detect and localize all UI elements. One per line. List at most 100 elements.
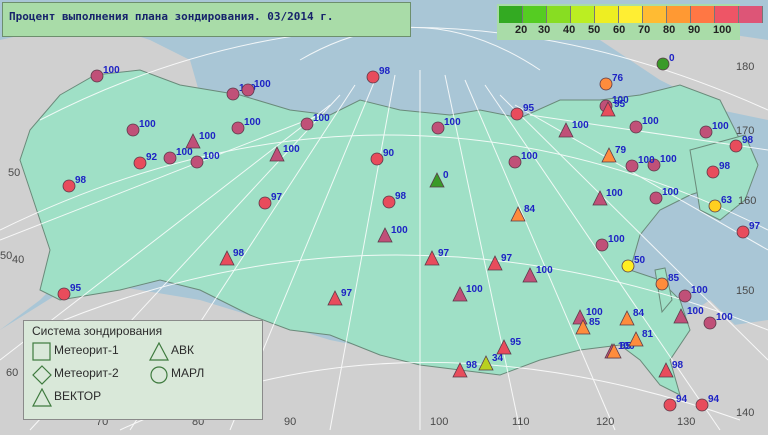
station-marker[interactable] (699, 125, 713, 139)
station-value: 100 (444, 117, 461, 128)
station-value: 100 (283, 144, 300, 155)
station-value: 79 (615, 145, 627, 156)
grid-label: 180 (736, 61, 754, 73)
station-marker[interactable] (655, 277, 669, 291)
station-marker[interactable] (370, 152, 384, 166)
station-value: 84 (524, 204, 536, 215)
legend-item-vektor: ВЕКТОР (32, 388, 152, 408)
station-value: 98 (379, 66, 391, 77)
scale-swatch (643, 6, 667, 23)
station-marker[interactable] (431, 121, 445, 135)
station-value: 97 (749, 221, 761, 232)
station-marker[interactable] (90, 69, 104, 83)
scale-swatch (715, 6, 739, 23)
station-marker[interactable] (595, 238, 609, 252)
station-value: 85 (668, 273, 680, 284)
legend-label: Метеорит-2 (54, 366, 119, 380)
station-marker[interactable] (190, 155, 204, 169)
grid-label: 130 (677, 416, 695, 428)
station-value: 100 (638, 155, 655, 166)
station-marker[interactable] (231, 121, 245, 135)
station-marker[interactable] (621, 259, 635, 273)
station-marker[interactable] (703, 316, 717, 330)
grid-label: 160 (738, 195, 756, 207)
grid-label: 90 (284, 416, 296, 428)
station-value: 100 (139, 119, 156, 130)
station-marker[interactable] (241, 83, 255, 97)
station-marker[interactable] (163, 151, 177, 165)
legend: Система зондирования Метеорит-1 АВК Мете… (23, 320, 263, 420)
station-value: 92 (146, 152, 158, 163)
grid-label: 40 (12, 254, 24, 266)
station-marker[interactable] (382, 195, 396, 209)
color-scale: 20 30 40 50 60 70 80 90 100 (497, 4, 763, 40)
scale-swatch (523, 6, 547, 23)
station-marker[interactable] (625, 159, 639, 173)
station-value: 98 (233, 248, 245, 259)
diamond-icon (32, 365, 52, 385)
scale-label: 70 (638, 24, 651, 36)
station-marker[interactable] (62, 179, 76, 193)
scale-swatch (499, 6, 523, 23)
legend-label: АВК (171, 343, 194, 357)
station-marker[interactable] (708, 199, 722, 213)
scale-label: 100 (713, 24, 732, 36)
legend-label: Метеорит-1 (54, 343, 119, 357)
scale-swatch (571, 6, 595, 23)
station-marker[interactable] (629, 120, 643, 134)
station-value: 100 (203, 151, 220, 162)
station-marker[interactable] (706, 165, 720, 179)
station-value: 100 (176, 147, 193, 158)
station-value: 100 (199, 131, 216, 142)
station-value: 98 (75, 175, 87, 186)
station-marker[interactable] (508, 155, 522, 169)
station-value: 63 (721, 195, 733, 206)
station-value: 100 (313, 113, 330, 124)
station-marker[interactable] (695, 398, 709, 412)
station-value: 100 (103, 65, 120, 76)
station-value: 100 (521, 151, 538, 162)
circle-icon (150, 366, 168, 384)
station-marker[interactable] (300, 117, 314, 131)
station-value: 100 (244, 117, 261, 128)
station-marker[interactable] (599, 77, 613, 91)
station-value: 98 (395, 191, 407, 202)
scale-swatch (595, 6, 619, 23)
grid-label: 100 (430, 416, 448, 428)
station-marker[interactable] (258, 196, 272, 210)
station-value: 100 (660, 154, 677, 165)
station-value: 98 (466, 360, 478, 371)
station-marker[interactable] (656, 57, 670, 71)
legend-item-meteorit1: Метеорит-1 (32, 342, 152, 362)
station-marker[interactable] (510, 107, 524, 121)
station-value: 94 (676, 394, 688, 405)
grid-label: 140 (736, 407, 754, 419)
station-marker[interactable] (678, 289, 692, 303)
legend-item-meteorit2: Метеорит-2 (32, 365, 152, 385)
station-marker[interactable] (366, 70, 380, 84)
station-marker[interactable] (729, 139, 743, 153)
station-marker[interactable] (126, 123, 140, 137)
station-value: 84 (633, 308, 645, 319)
station-marker[interactable] (649, 191, 663, 205)
grid-label: 110 (512, 416, 530, 428)
station-value: 100 (391, 225, 408, 236)
station-marker[interactable] (736, 225, 750, 239)
station-value: 97 (438, 248, 450, 259)
station-value: 100 (466, 284, 483, 295)
station-value: 98 (672, 360, 684, 371)
title-panel: Процент выполнения плана зондирования. 0… (2, 2, 411, 37)
station-marker[interactable] (57, 287, 71, 301)
station-marker[interactable] (226, 87, 240, 101)
map-title: Процент выполнения плана зондирования. 0… (9, 10, 334, 23)
scale-swatch (667, 6, 691, 23)
station-marker[interactable] (133, 156, 147, 170)
station-value: 100 (254, 79, 271, 90)
station-value: 100 (642, 116, 659, 127)
station-value: 50 (634, 255, 646, 266)
station-marker[interactable] (663, 398, 677, 412)
station-value: 98 (742, 135, 754, 146)
square-icon (32, 342, 51, 361)
station-value: 97 (341, 288, 353, 299)
station-value: 97 (271, 192, 283, 203)
